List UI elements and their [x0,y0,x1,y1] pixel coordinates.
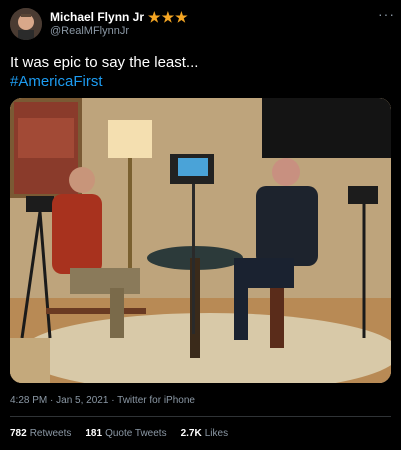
likes-stat[interactable]: 2.7K Likes [181,428,228,439]
likes-label: Likes [204,428,229,439]
tweet-time[interactable]: 4:28 PM [10,395,47,406]
quotes-count: 181 [85,428,103,439]
star-icon: ★ [175,9,188,25]
more-horizontal-icon[interactable]: ··· [378,7,395,21]
star-icon: ★ [161,9,175,25]
quote-tweets-stat[interactable]: 181 Quote Tweets [85,428,166,439]
avatar[interactable] [10,8,42,40]
retweets-stat[interactable]: 782 Retweets [10,428,71,439]
engagement-stats: 782 Retweets 181 Quote Tweets 2.7K Likes [10,428,228,439]
badge-group: ★ ★ ★ [148,9,188,25]
hashtag-link[interactable]: #AmericaFirst [10,72,103,92]
meta-separator: · [50,395,54,406]
author-name[interactable]: Michael Flynn Jr [50,10,144,24]
photo-scene [10,98,391,383]
tweet-photo[interactable] [10,98,391,383]
retweets-label: Retweets [29,428,72,439]
tweet-date[interactable]: Jan 5, 2021 [56,395,108,406]
star-icon: ★ [148,9,161,25]
meta-separator: · [111,395,115,406]
retweets-count: 782 [10,428,27,439]
quotes-label: Quote Tweets [105,428,167,439]
tweet-source[interactable]: Twitter for iPhone [117,395,195,406]
divider [10,416,391,417]
author-row: Michael Flynn Jr ★ ★ ★ [50,10,188,24]
tweet-meta: 4:28 PM · Jan 5, 2021 · Twitter for iPho… [10,395,195,406]
author-handle[interactable]: @RealMFlynnJr [50,25,129,37]
likes-count: 2.7K [180,428,202,439]
tweet-text: It was epic to say the least... [10,54,199,71]
